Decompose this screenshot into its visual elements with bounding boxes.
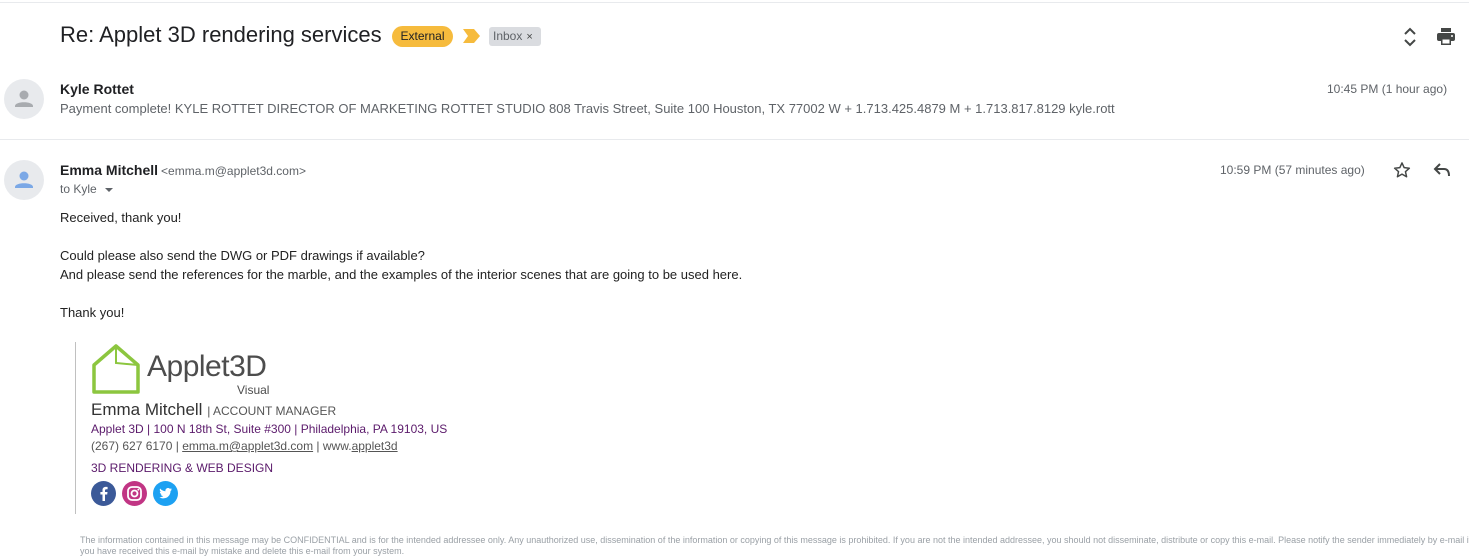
twitter-icon[interactable]: [153, 481, 178, 506]
sender-line: Emma Mitchell <emma.m@applet3d.com>: [60, 162, 306, 178]
sender-name[interactable]: Kyle Rottet: [60, 81, 134, 97]
top-divider: [0, 2, 1469, 3]
external-badge: External: [392, 26, 453, 47]
avatar: [4, 160, 44, 200]
signature-web-prefix: | www.: [313, 439, 352, 453]
message-snippet[interactable]: Payment complete! KYLE ROTTET DIRECTOR O…: [60, 101, 1115, 116]
thread-subject: Re: Applet 3D rendering services: [60, 22, 382, 47]
recipient-text: to Kyle: [60, 182, 97, 196]
body-line: Received, thank you!: [60, 210, 182, 225]
sender-email: <emma.m@applet3d.com>: [161, 164, 306, 178]
message-time: 10:45 PM (1 hour ago): [1327, 82, 1448, 96]
facebook-icon[interactable]: [91, 481, 116, 506]
applet3d-logo-icon: [91, 343, 141, 400]
message-divider: [0, 139, 1469, 140]
sender-name[interactable]: Emma Mitchell: [60, 162, 158, 178]
recipient-line[interactable]: to Kyle: [60, 182, 114, 196]
signature-email-link[interactable]: emma.m@applet3d.com: [182, 439, 313, 453]
signature-name: Emma Mitchell: [91, 400, 203, 419]
confidentiality-disclaimer: The information contained in this messag…: [80, 535, 1469, 556]
body-line: Thank you!: [60, 305, 125, 320]
signature-web-link[interactable]: applet3d: [352, 439, 398, 453]
message-time: 10:59 PM (57 minutes ago): [1220, 163, 1365, 177]
reply-icon[interactable]: [1433, 162, 1451, 183]
signature-name-line: Emma Mitchell | ACCOUNT MANAGER: [91, 400, 336, 420]
chevron-down-icon[interactable]: [104, 186, 114, 194]
body-line: And please send the references for the m…: [60, 267, 743, 282]
star-icon[interactable]: [1393, 161, 1411, 184]
unfold-icon[interactable]: [1401, 27, 1419, 52]
inbox-label-chip: Inbox ×: [489, 27, 541, 46]
signature-address: Applet 3D | 100 N 18th St, Suite #300 | …: [91, 422, 448, 436]
signature-divider: [75, 342, 76, 514]
remove-label-icon[interactable]: ×: [526, 31, 532, 43]
signature-tagline: 3D RENDERING & WEB DESIGN: [91, 461, 274, 475]
brand-subtitle: Visual: [237, 383, 270, 397]
signature-contact: (267) 627 6170 | emma.m@applet3d.com | w…: [91, 439, 398, 453]
avatar: [4, 79, 44, 119]
brand-name: Applet3D: [147, 350, 267, 383]
signature-role: | ACCOUNT MANAGER: [207, 404, 337, 418]
body-line: Could please also send the DWG or PDF dr…: [60, 248, 425, 263]
inbox-label: Inbox: [493, 29, 523, 43]
signature-phone: (267) 627 6170 |: [91, 439, 183, 453]
print-icon[interactable]: [1436, 27, 1456, 51]
importance-marker-icon[interactable]: [463, 29, 480, 48]
instagram-icon[interactable]: [122, 481, 147, 506]
